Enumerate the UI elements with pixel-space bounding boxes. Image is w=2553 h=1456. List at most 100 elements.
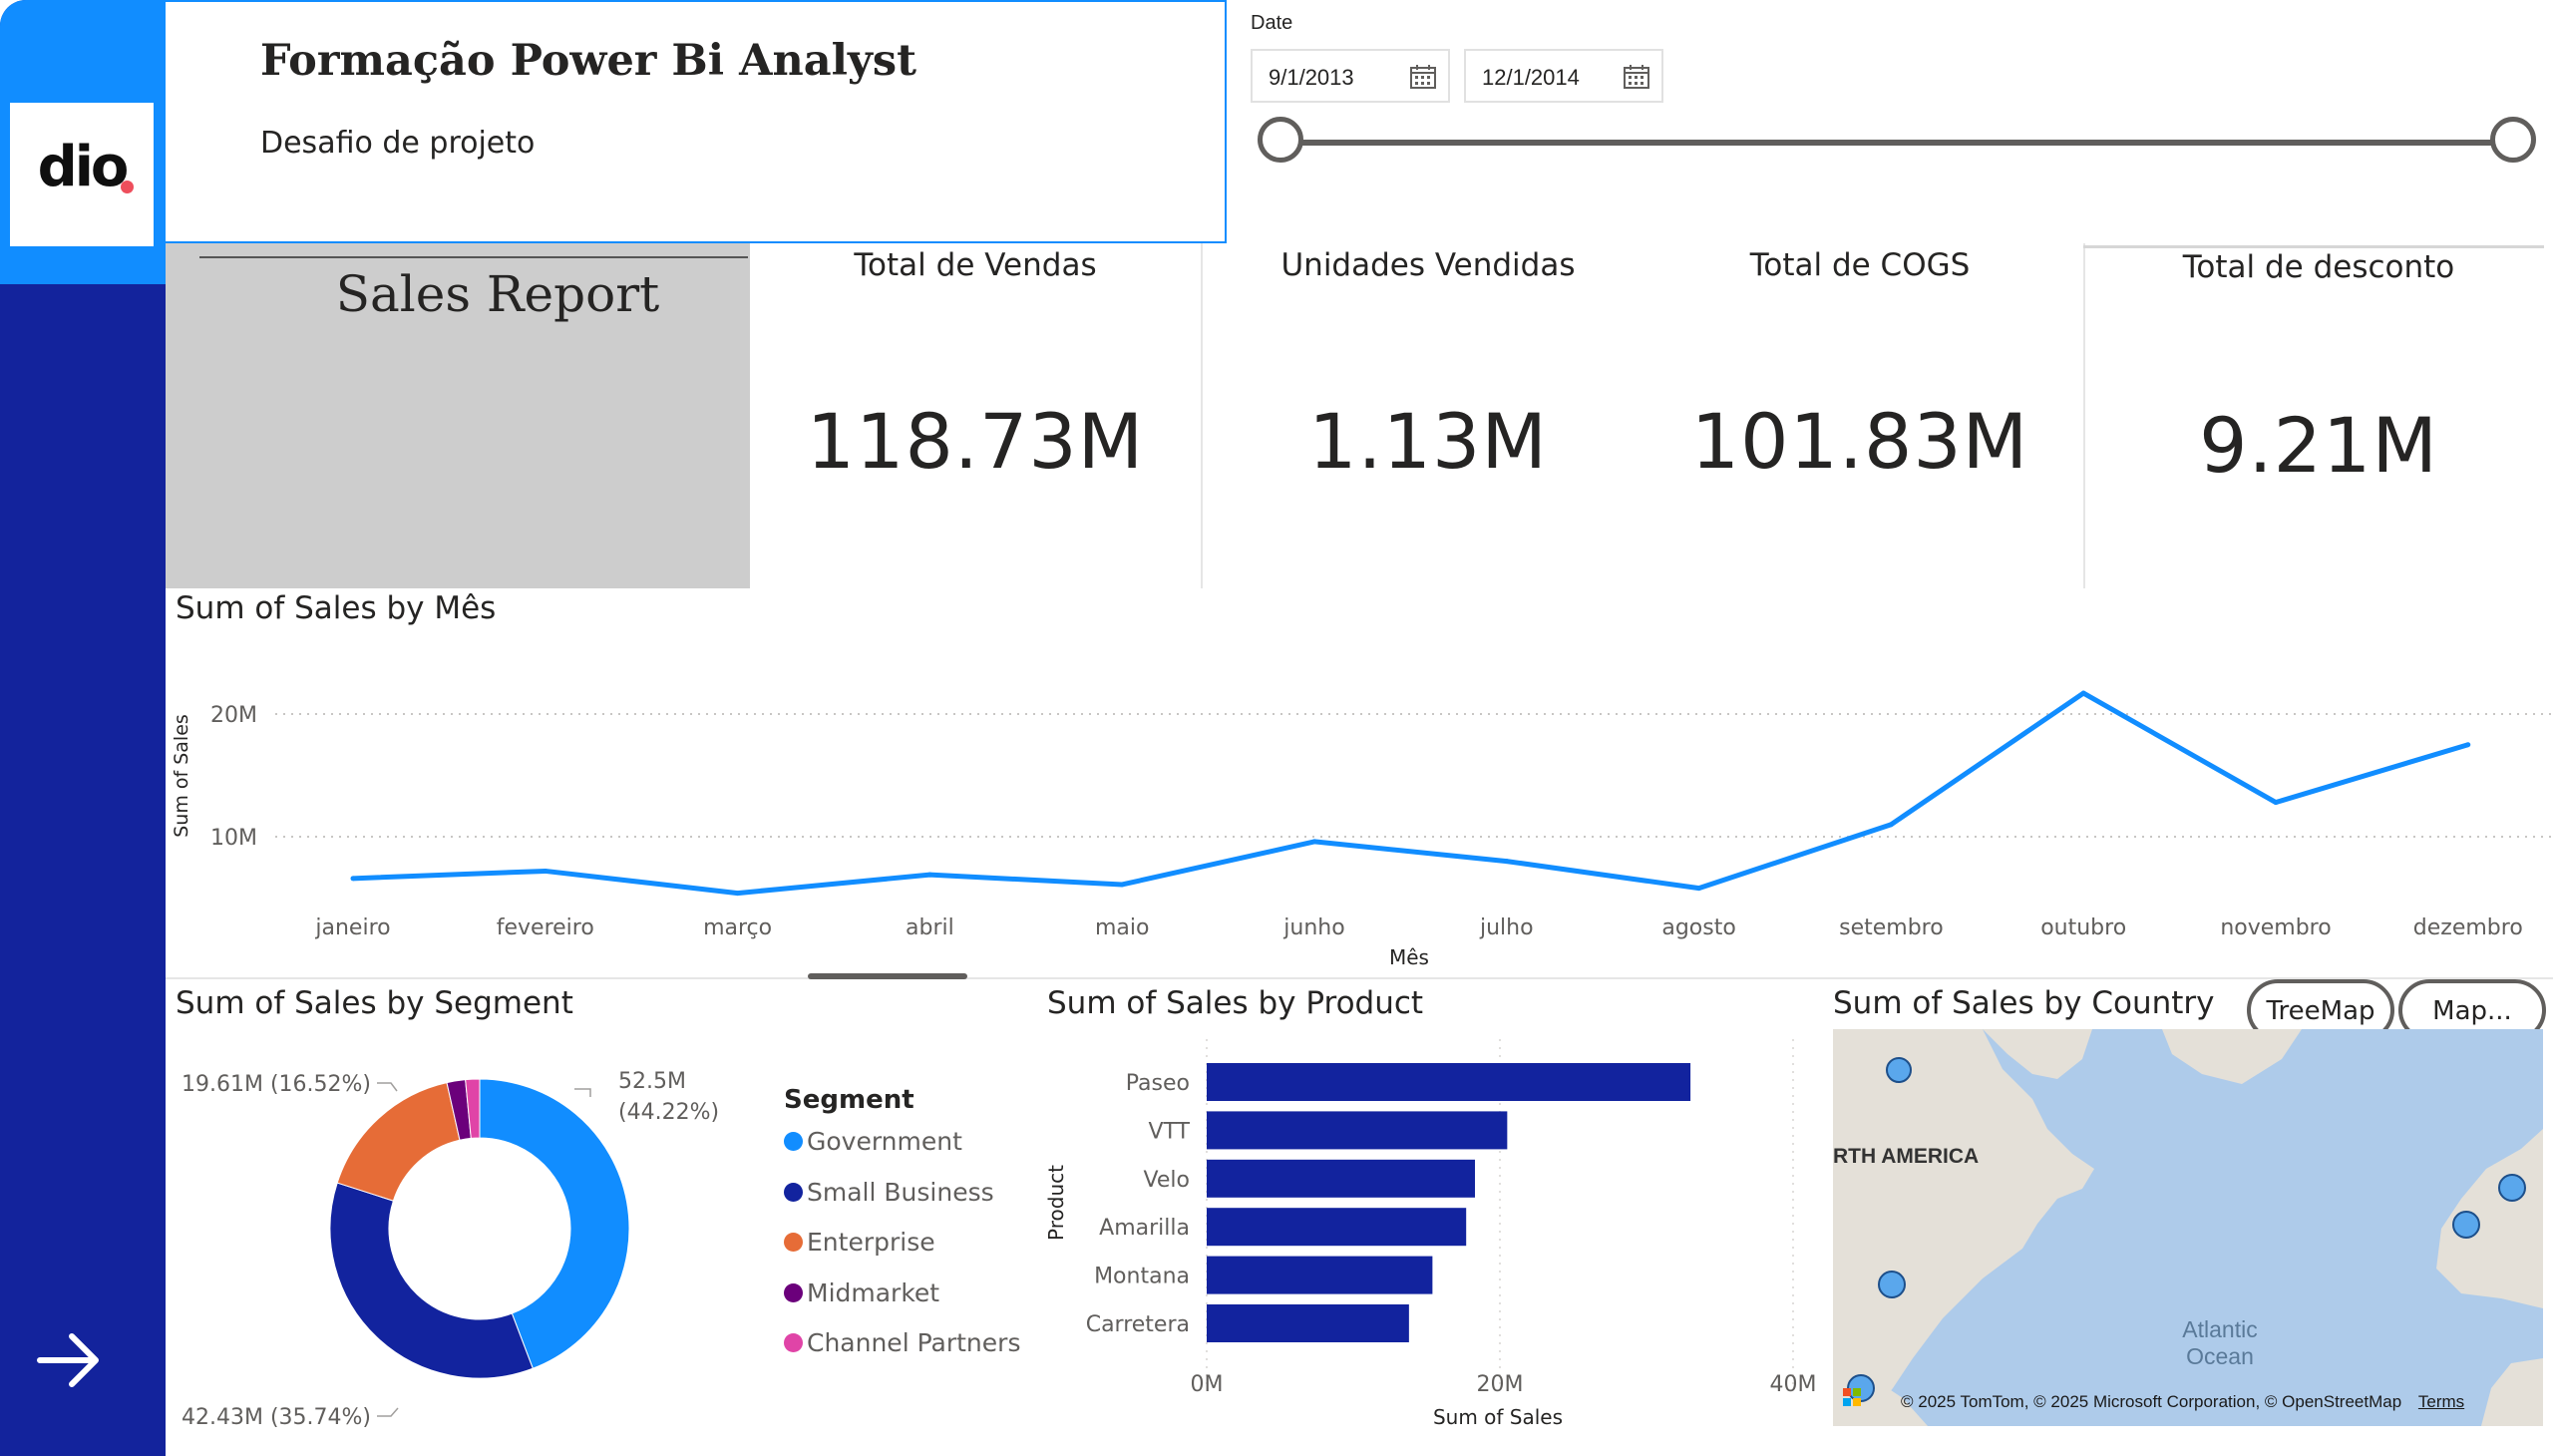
report-title: Sales Report bbox=[335, 265, 660, 323]
country-map[interactable]: RTH AMERICA Atlantic Ocean bbox=[1833, 1029, 2543, 1426]
bar bbox=[1207, 1111, 1508, 1150]
label-leader bbox=[377, 1407, 399, 1417]
y-tick-label: Amarilla bbox=[1099, 1216, 1190, 1241]
x-tick-label: 40M bbox=[1770, 1372, 1817, 1397]
y-tick-label: Carretera bbox=[1086, 1312, 1190, 1337]
map-ocean-label: Atlantic Ocean bbox=[2170, 1316, 2270, 1370]
x-axis-label: Mês bbox=[1389, 945, 1429, 969]
y-tick-label: 20M bbox=[210, 703, 257, 728]
map-title: Sum of Sales by Country bbox=[1833, 985, 2215, 1021]
left-rail: dio bbox=[0, 0, 166, 1456]
kpi-label-total-desconto: Total de desconto bbox=[2182, 249, 2455, 285]
y-tick-label: Paseo bbox=[1126, 1071, 1190, 1096]
map-point-france[interactable] bbox=[2452, 1211, 2480, 1239]
x-tick-label: janeiro bbox=[314, 915, 390, 940]
date-end-value: 12/1/2014 bbox=[1482, 65, 1580, 90]
bar bbox=[1207, 1208, 1467, 1247]
x-tick-label: fevereiro bbox=[497, 915, 594, 940]
data-label-enterprise: 19.61M (16.52%) bbox=[182, 1072, 371, 1097]
arrow-right-icon[interactable] bbox=[34, 1324, 106, 1396]
divider bbox=[2083, 245, 2544, 248]
x-tick-label: agosto bbox=[1661, 915, 1735, 940]
y-axis-label: Product bbox=[1044, 1165, 1068, 1241]
page-subtitle: Desafio de projeto bbox=[260, 126, 536, 161]
map-credit: © 2025 TomTom, © 2025 Microsoft Corporat… bbox=[1901, 1392, 2464, 1412]
x-tick-label: 0M bbox=[1191, 1372, 1224, 1397]
legend-label: Small Business bbox=[807, 1177, 994, 1207]
scrollbar[interactable] bbox=[808, 973, 967, 979]
date-end-input[interactable]: 12/1/2014 bbox=[1464, 49, 1663, 103]
x-tick-label: maio bbox=[1095, 915, 1149, 940]
x-axis-label: Sum of Sales bbox=[1433, 1405, 1563, 1429]
divider bbox=[1201, 243, 1203, 588]
map-point-usa[interactable] bbox=[1878, 1271, 1906, 1298]
x-tick-label: setembro bbox=[1839, 915, 1944, 940]
y-tick-label: Montana bbox=[1094, 1265, 1190, 1289]
slider-start-handle[interactable] bbox=[1258, 117, 1303, 163]
data-point bbox=[1311, 839, 1317, 845]
kpi-label-total-cogs: Total de COGS bbox=[1749, 247, 1971, 283]
y-tick-label: 10M bbox=[210, 826, 257, 851]
dio-logo: dio bbox=[10, 103, 154, 246]
map-point-canada[interactable] bbox=[1886, 1057, 1912, 1083]
donut-chart-title: Sum of Sales by Segment bbox=[176, 985, 573, 1021]
sales-line bbox=[352, 690, 2469, 897]
kpi-value-total-desconto: 9.21M bbox=[2199, 401, 2438, 490]
bar-chart-title: Sum of Sales by Product bbox=[1047, 985, 1424, 1021]
kpi-value-unidades-vendidas: 1.13M bbox=[1308, 397, 1548, 486]
map-copyright: © 2025 TomTom, © 2025 Microsoft Corporat… bbox=[1901, 1392, 2402, 1411]
logo-dot bbox=[121, 181, 134, 193]
date-start-input[interactable]: 9/1/2013 bbox=[1251, 49, 1450, 103]
data-point bbox=[735, 891, 741, 897]
donut-slice bbox=[336, 1082, 461, 1202]
data-point bbox=[1119, 882, 1125, 888]
date-start-value: 9/1/2013 bbox=[1269, 65, 1354, 90]
kpi-label-total-vendas: Total de Vendas bbox=[854, 247, 1097, 283]
microsoft-logo-icon bbox=[1843, 1388, 1861, 1406]
kpi-value-total-vendas: 118.73M bbox=[806, 397, 1145, 486]
map-terms-link[interactable]: Terms bbox=[2418, 1392, 2464, 1411]
sales-by-segment-donut-chart[interactable]: 52.5M (44.22%) 42.43M (35.74%) 19.61M (16.5… bbox=[166, 1027, 764, 1446]
legend-item[interactable]: Channel Partners bbox=[784, 1328, 1020, 1357]
legend-item[interactable]: Midmarket bbox=[784, 1278, 939, 1307]
y-axis-label: Sum of Sales bbox=[171, 714, 192, 838]
divider bbox=[166, 977, 2553, 979]
x-tick-label: março bbox=[703, 915, 772, 940]
map-point-germany[interactable] bbox=[2498, 1174, 2526, 1202]
legend-dot bbox=[784, 1282, 803, 1302]
legend-title: Segment bbox=[784, 1085, 914, 1115]
ocean-label-line2: Ocean bbox=[2186, 1343, 2254, 1369]
data-label-government: 52.5M bbox=[618, 1069, 686, 1094]
legend-item[interactable]: Small Business bbox=[784, 1178, 994, 1207]
data-point bbox=[1888, 822, 1894, 828]
legend-label: Enterprise bbox=[807, 1228, 935, 1257]
legend-item[interactable]: Government bbox=[784, 1127, 962, 1156]
page-title: Formação Power Bi Analyst bbox=[260, 36, 916, 86]
data-point bbox=[2080, 690, 2086, 696]
x-tick-label: outubro bbox=[2040, 915, 2126, 940]
bar bbox=[1207, 1256, 1433, 1294]
slider-end-handle[interactable] bbox=[2490, 117, 2536, 163]
legend-item[interactable]: Enterprise bbox=[784, 1228, 935, 1257]
date-range-slider[interactable] bbox=[1280, 140, 2513, 146]
data-point bbox=[926, 872, 932, 878]
x-tick-label: junho bbox=[1282, 915, 1344, 940]
x-tick-label: novembro bbox=[2220, 915, 2331, 940]
ocean-label-line1: Atlantic bbox=[2182, 1316, 2258, 1342]
data-label-small-business: 42.43M (35.74%) bbox=[182, 1405, 371, 1430]
x-tick-label: julho bbox=[1479, 915, 1534, 940]
data-point bbox=[2273, 800, 2279, 806]
x-tick-label: dezembro bbox=[2413, 915, 2523, 940]
sales-by-month-line-chart[interactable]: 10M 20M Sum of Sales janeiro fevereiro março a… bbox=[166, 618, 2553, 977]
header-card: Formação Power Bi Analyst Desafio de pro… bbox=[166, 0, 1227, 243]
calendar-icon[interactable] bbox=[1410, 65, 1436, 89]
divider bbox=[199, 256, 748, 258]
y-tick-label: Velo bbox=[1144, 1168, 1190, 1193]
data-point bbox=[2465, 742, 2471, 748]
donut-slice bbox=[329, 1182, 534, 1379]
y-tick-label: VTT bbox=[1148, 1119, 1190, 1144]
sales-by-product-bar-chart[interactable]: 0M 20M 40M Paseo VTT Velo Amarilla Montana Carre… bbox=[1027, 1027, 1825, 1446]
map-region-label: RTH AMERICA bbox=[1833, 1145, 1980, 1168]
data-point bbox=[543, 868, 548, 874]
calendar-icon[interactable] bbox=[1624, 65, 1649, 89]
